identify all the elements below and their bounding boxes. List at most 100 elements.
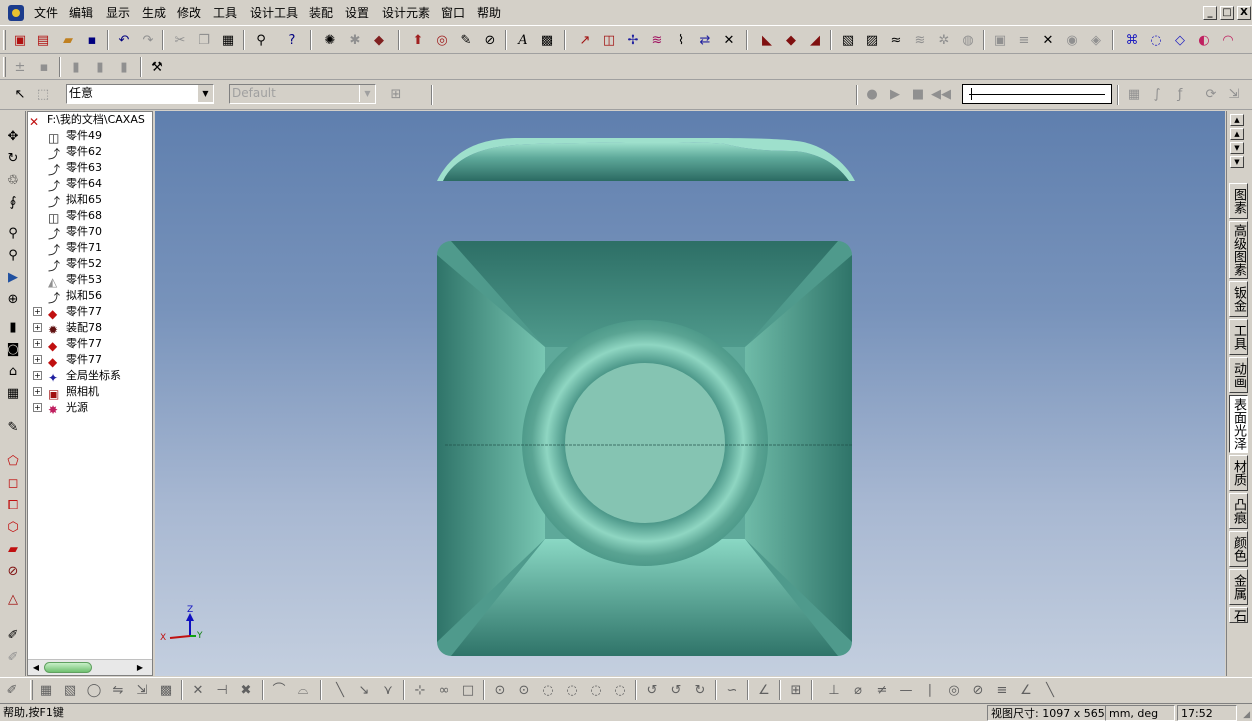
box-icon[interactable]: ◫ xyxy=(599,30,619,50)
constraint-parallel-icon[interactable]: ≡ xyxy=(992,680,1012,700)
catalog-tab[interactable]: 金属 xyxy=(1229,569,1248,605)
curve-4-icon[interactable]: ◐ xyxy=(1194,30,1214,50)
anim-edit-5-icon[interactable]: ⇲ xyxy=(1224,84,1244,104)
arc-2-icon[interactable]: ↺ xyxy=(666,680,686,700)
catalog-tab[interactable]: 动画 xyxy=(1229,357,1248,393)
tree-horizontal-scrollbar[interactable]: ◀ ▶ xyxy=(28,659,152,675)
tree-item[interactable]: ◫ 零件49 xyxy=(28,128,102,145)
section-icon[interactable]: ◣ xyxy=(757,30,777,50)
constraint-perp-icon[interactable]: ⊥ xyxy=(824,680,844,700)
surface-5-icon[interactable]: ✲ xyxy=(934,30,954,50)
menu-item[interactable]: 修改 xyxy=(175,5,203,21)
toolbar-grip[interactable] xyxy=(3,57,6,77)
expand-icon[interactable]: + xyxy=(33,387,42,396)
line-icon[interactable]: ╲ xyxy=(330,680,350,700)
surface-3-icon[interactable]: ≈ xyxy=(886,30,906,50)
sketch-3-icon[interactable]: ⧠ xyxy=(3,495,23,515)
tree-item[interactable]: ⤴ 拟和56 xyxy=(28,288,102,305)
rewind-icon[interactable]: ◀◀ xyxy=(931,84,951,104)
redo-icon[interactable]: ↷ xyxy=(138,30,158,50)
menu-item[interactable]: 装配 xyxy=(307,5,335,21)
orbit-icon[interactable]: ↻ xyxy=(3,148,23,168)
sketch-2-icon[interactable]: ◻ xyxy=(3,473,23,493)
center-view-icon[interactable]: ⊕ xyxy=(3,289,23,309)
menu-item[interactable]: 设计工具 xyxy=(248,5,300,21)
brush-icon[interactable]: ✎ xyxy=(3,417,23,437)
tree-item[interactable]: + ◆ 零件77 xyxy=(28,336,102,353)
find-icon[interactable]: ⚲ xyxy=(251,30,271,50)
zoom-icon[interactable]: ⚲ xyxy=(3,223,23,243)
trim-icon[interactable]: ✕ xyxy=(188,680,208,700)
hierarchy-icon[interactable]: ⊞ xyxy=(386,84,406,104)
offset-icon[interactable]: ⇲ xyxy=(132,680,152,700)
circle-icon[interactable]: ⊙ xyxy=(490,680,510,700)
cut-icon[interactable]: ✂ xyxy=(170,30,190,50)
triball-icon[interactable]: ◎ xyxy=(432,30,452,50)
rectangle-icon[interactable]: □ xyxy=(458,680,478,700)
feature-4-icon[interactable]: ◉ xyxy=(1062,30,1082,50)
stop-icon[interactable]: ■ xyxy=(908,84,928,104)
polyline-icon[interactable]: ↘ xyxy=(354,680,374,700)
new-drawing-icon[interactable]: ▤ xyxy=(33,30,53,50)
app-icon[interactable] xyxy=(8,5,24,21)
section-2-icon[interactable]: ◆ xyxy=(781,30,801,50)
nav-last-icon[interactable]: ▼ xyxy=(1230,156,1244,168)
feature-3-icon[interactable]: ✕ xyxy=(1038,30,1058,50)
menu-item[interactable]: 窗口 xyxy=(439,5,467,21)
menu-item[interactable]: 文件 xyxy=(32,5,60,21)
eyedropper-2-icon[interactable]: ✐ xyxy=(3,647,23,667)
catalog-tab[interactable]: 钣金 xyxy=(1229,281,1248,317)
tree-item[interactable]: + ✦ 全局坐标系 xyxy=(28,368,121,385)
feature-5-icon[interactable]: ◈ xyxy=(1086,30,1106,50)
scroll-left-icon[interactable]: ◀ xyxy=(30,662,42,673)
chevron-down-icon[interactable]: ▼ xyxy=(197,85,213,102)
expand-icon[interactable]: + xyxy=(33,323,42,332)
zoom-to-fit-icon[interactable]: ▶ xyxy=(3,267,23,287)
menu-item[interactable]: 工具 xyxy=(211,5,239,21)
nav-first-icon[interactable]: ▲ xyxy=(1230,114,1244,126)
mirror-icon[interactable]: ⇋ xyxy=(108,680,128,700)
delete-icon[interactable]: ✖ xyxy=(236,680,256,700)
circle-2-icon[interactable]: ⊙ xyxy=(514,680,534,700)
new-design-icon[interactable]: ▣ xyxy=(10,30,30,50)
constraint-equal-icon[interactable]: ≠ xyxy=(872,680,892,700)
tool-pencil-icon[interactable]: ✎ xyxy=(456,30,476,50)
plane-icon[interactable]: ✢ xyxy=(623,30,643,50)
menu-item[interactable]: 设置 xyxy=(343,5,371,21)
undo-icon[interactable]: ↶ xyxy=(114,30,134,50)
menu-item[interactable]: 显示 xyxy=(104,5,132,21)
sketch-5-icon[interactable]: ▰ xyxy=(3,539,23,559)
filter-select[interactable]: 任意 ▼ xyxy=(66,84,214,104)
toolbar-grip[interactable] xyxy=(30,680,33,700)
tree-item[interactable]: ◫ 零件68 xyxy=(28,208,102,225)
surface-1-icon[interactable]: ▧ xyxy=(838,30,858,50)
close-button[interactable]: X xyxy=(1237,6,1251,20)
grid-icon[interactable]: ▦ xyxy=(36,680,56,700)
constraint-angle-icon[interactable]: ∠ xyxy=(1016,680,1036,700)
text-tool-icon[interactable]: A xyxy=(513,30,533,50)
expand-icon[interactable]: + xyxy=(33,371,42,380)
dimension-icon[interactable]: ⌇ xyxy=(671,30,691,50)
anim-edit-4-icon[interactable]: ⟳ xyxy=(1201,84,1221,104)
catalog-tab[interactable]: 表面光泽 xyxy=(1229,395,1248,453)
tree-item[interactable]: + ▣ 照相机 xyxy=(28,384,99,401)
smart-paint-icon[interactable]: ◆ xyxy=(369,30,389,50)
point-icon[interactable]: ⊹ xyxy=(410,680,430,700)
menu-item[interactable]: 编辑 xyxy=(67,5,95,21)
expand-icon[interactable]: + xyxy=(33,307,42,316)
copy-icon[interactable]: ❐ xyxy=(194,30,214,50)
curve-5-icon[interactable]: ◠ xyxy=(1218,30,1238,50)
copy-part-icon[interactable]: ▪ xyxy=(34,57,54,77)
spline-2-icon[interactable]: ∽ xyxy=(722,680,742,700)
select-box-icon[interactable]: ⬚ xyxy=(33,84,53,104)
insert-part-icon[interactable]: ± xyxy=(10,57,30,77)
tree-item[interactable]: ⤴ 零件71 xyxy=(28,240,102,257)
angle-line-icon[interactable]: ⋎ xyxy=(378,680,398,700)
constraint-horizontal-icon[interactable]: — xyxy=(896,680,916,700)
camera-view-icon[interactable]: ◙ xyxy=(3,339,23,359)
surface-6-icon[interactable]: ◍ xyxy=(958,30,978,50)
circle-5-icon[interactable]: ◌ xyxy=(586,680,606,700)
save-icon[interactable]: ▪ xyxy=(82,30,102,50)
extrude-arrow-icon[interactable]: ↗ xyxy=(575,30,595,50)
shade-icon[interactable]: ✱ xyxy=(345,30,365,50)
